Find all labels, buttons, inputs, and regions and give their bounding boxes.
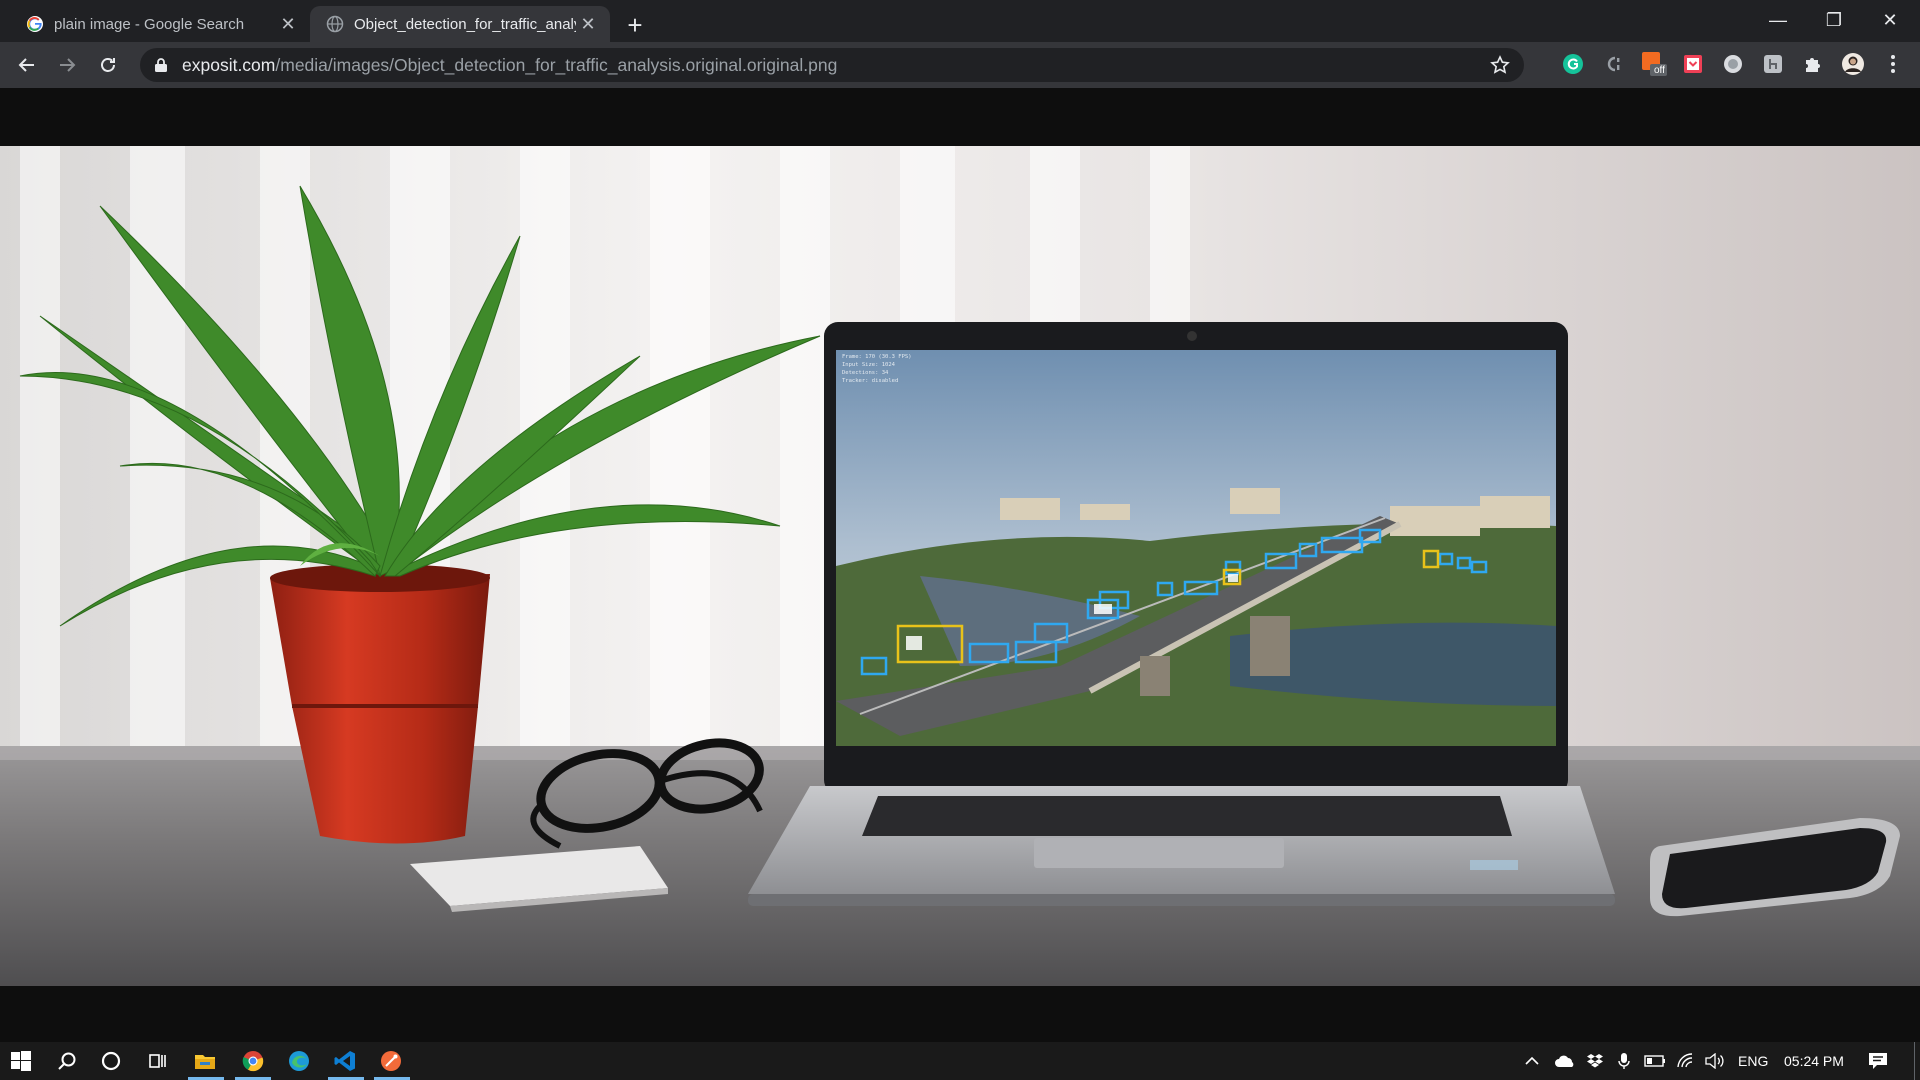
browser-menu-button[interactable] — [1880, 51, 1906, 77]
wifi-icon — [1677, 1053, 1693, 1068]
taskbar-search-button[interactable] — [52, 1046, 82, 1076]
volume-tray[interactable] — [1704, 1042, 1726, 1080]
pocket-extension[interactable] — [1680, 51, 1706, 77]
profile-avatar-icon — [1842, 53, 1864, 75]
restore-button[interactable]: ❐ — [1806, 0, 1862, 40]
extensions-button[interactable] — [1800, 51, 1826, 77]
action-center-button[interactable] — [1868, 1042, 1888, 1080]
image-extension[interactable] — [1760, 51, 1786, 77]
forward-arrow-icon — [60, 58, 76, 72]
dropbox-tray[interactable] — [1586, 1042, 1604, 1080]
edge-icon — [289, 1051, 309, 1071]
url-text[interactable]: exposit.com/media/images/Object_detectio… — [182, 55, 837, 76]
wifi-tray[interactable] — [1676, 1042, 1696, 1080]
battery-icon — [1644, 1055, 1665, 1067]
google-icon — [27, 16, 43, 32]
microphone-tray[interactable] — [1618, 1042, 1630, 1080]
image-extension-icon — [1764, 55, 1782, 73]
grammarly-extension[interactable] — [1560, 51, 1586, 77]
microphone-icon — [1618, 1053, 1630, 1069]
overlay-detections: Detections: 34 — [842, 370, 889, 376]
extensions-puzzle-icon — [1806, 58, 1820, 72]
pocket-icon — [1684, 55, 1702, 73]
bookmark-star-icon[interactable] — [1490, 55, 1510, 75]
onedrive-cloud-icon — [1555, 1055, 1574, 1067]
overlay-input-size: Input Size: 1024 — [842, 362, 896, 368]
circle-extension-icon — [1724, 55, 1742, 73]
clock[interactable]: 05:24 PM — [1784, 1042, 1844, 1080]
tab-strip: plain image - Google Search ✕ Object_det… — [0, 0, 1920, 42]
ci-extension-icon — [1607, 56, 1620, 72]
chrome-button[interactable] — [238, 1046, 268, 1076]
off-badge-extension[interactable]: off — [1641, 51, 1667, 77]
window-close-button[interactable]: ✕ — [1862, 0, 1918, 40]
chevron-up-icon — [1525, 1056, 1539, 1065]
task-view-icon — [149, 1054, 166, 1068]
profile-avatar[interactable] — [1840, 51, 1866, 77]
grammarly-icon — [1563, 54, 1583, 74]
ci-extension[interactable] — [1600, 51, 1626, 77]
overlay-frame: Frame: 170 (30.3 FPS) — [842, 354, 912, 360]
url-host: exposit.com — [182, 54, 276, 75]
onedrive-tray[interactable] — [1554, 1042, 1576, 1080]
chrome-icon — [242, 1051, 264, 1072]
menu-kebab-icon — [1891, 55, 1895, 73]
edge-button[interactable] — [284, 1046, 314, 1076]
tab-title: Object_detection_for_traffic_analysis.or… — [354, 15, 576, 33]
tab-close-icon[interactable]: ✕ — [576, 12, 600, 36]
globe-icon — [326, 15, 344, 33]
postman-button[interactable] — [376, 1046, 406, 1076]
laptop-screen: Frame: 170 (30.3 FPS) Input Size: 1024 D… — [836, 350, 1556, 746]
overlay-tracker: Tracker: disabled — [842, 378, 898, 384]
cortana-icon — [101, 1051, 121, 1071]
tab-title: plain image - Google Search — [54, 15, 245, 33]
volume-icon — [1705, 1053, 1724, 1069]
address-bar[interactable]: exposit.com/media/images/Object_detectio… — [140, 48, 1524, 82]
vscode-icon — [334, 1051, 355, 1071]
show-hidden-icons-button[interactable] — [1524, 1042, 1540, 1080]
tab-close-icon[interactable]: ✕ — [276, 12, 300, 36]
task-view-button[interactable] — [142, 1046, 172, 1076]
off-badge-label: off — [1654, 65, 1665, 76]
reload-button[interactable] — [92, 49, 124, 81]
windows-taskbar: ENG 05:24 PM — [0, 1042, 1920, 1080]
tab-object-detection-image[interactable]: Object_detection_for_traffic_analysis.or… — [310, 6, 610, 42]
search-icon — [58, 1052, 76, 1070]
new-tab-button[interactable]: + — [620, 10, 650, 40]
url-path: /media/images/Object_detection_for_traff… — [275, 54, 838, 75]
page-viewport: Frame: 170 (30.3 FPS) Input Size: 1024 D… — [0, 88, 1920, 1042]
displayed-image[interactable]: Frame: 170 (30.3 FPS) Input Size: 1024 D… — [0, 146, 1920, 986]
circle-extension[interactable] — [1720, 51, 1746, 77]
lock-icon[interactable] — [154, 57, 168, 73]
notification-icon — [1869, 1053, 1887, 1069]
back-arrow-icon — [18, 58, 34, 72]
show-desktop-divider[interactable] — [1914, 1042, 1915, 1080]
language-indicator[interactable]: ENG — [1738, 1042, 1768, 1080]
reload-icon — [101, 58, 115, 72]
file-explorer-icon — [195, 1055, 215, 1069]
vscode-button[interactable] — [330, 1046, 360, 1076]
file-explorer-button[interactable] — [190, 1046, 220, 1076]
forward-button[interactable] — [51, 49, 83, 81]
battery-tray[interactable] — [1644, 1042, 1666, 1080]
dropbox-icon — [1587, 1054, 1603, 1068]
cortana-button[interactable] — [96, 1046, 126, 1076]
start-button[interactable] — [6, 1046, 36, 1076]
back-button[interactable] — [11, 49, 43, 81]
postman-icon — [381, 1051, 401, 1071]
tab-google-search[interactable]: plain image - Google Search ✕ — [10, 6, 310, 42]
browser-toolbar: exposit.com/media/images/Object_detectio… — [0, 42, 1920, 88]
start-icon — [11, 1051, 31, 1071]
minimize-button[interactable]: — — [1750, 0, 1806, 40]
